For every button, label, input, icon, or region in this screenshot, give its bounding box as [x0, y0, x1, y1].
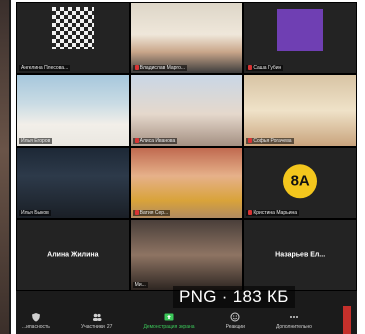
toolbar-label-row: Демонстрация экрана — [143, 324, 194, 330]
participant-tile[interactable]: Алиса Иванова — [130, 75, 243, 146]
participant-name: Владислав Марго... — [132, 65, 188, 72]
toolbar-button-share-screen[interactable]: Демонстрация экрана — [143, 312, 195, 330]
participant-tile[interactable]: Алина Жилина — [17, 219, 129, 290]
participant-name-large: Назарьев Ел... — [275, 251, 326, 259]
participant-name-text: Софья Рогачева — [253, 137, 292, 144]
toolbar-label: Демонстрация экрана — [143, 324, 195, 330]
participant-name-text: Ми... — [134, 282, 146, 288]
participant-name: Ангелина Плесова... — [19, 65, 71, 72]
participant-name: Ми... — [132, 282, 148, 288]
shield-icon — [31, 312, 41, 322]
toolbar-label-row: Реакции — [226, 324, 245, 330]
share-screen-icon — [164, 312, 174, 322]
participant-name-text: Алиса Иванова — [139, 137, 176, 144]
participant-tile[interactable]: Владислав Марго... — [130, 3, 243, 74]
mic-muted-icon — [248, 209, 253, 215]
mic-muted-icon — [248, 65, 253, 71]
video-feed — [130, 3, 243, 74]
toolbar-button-more[interactable]: Дополнительно — [276, 312, 312, 330]
end-meeting-button[interactable] — [343, 306, 351, 334]
toolbar-label: Дополнительно — [275, 324, 312, 330]
participant-name-text: Владислав Марго... — [139, 65, 186, 72]
file-size-label: PNG · 183 КБ — [173, 286, 295, 308]
participant-tile[interactable]: Саша Губин — [244, 3, 356, 74]
mic-muted-icon — [134, 65, 139, 71]
participant-name-text: Саша Губин — [253, 65, 282, 72]
participant-tile[interactable]: Назарьев Ел... — [244, 219, 356, 290]
participant-name-large: Алина Жилина — [47, 251, 99, 259]
toolbar-label: Реакции — [225, 324, 245, 330]
participant-name-text: Кристина Марьина — [253, 209, 298, 216]
participant-name: Илья Егоров — [19, 137, 53, 144]
mic-muted-icon — [134, 209, 139, 215]
participant-name: Саша Губин — [246, 65, 284, 72]
left-photo-edge — [0, 0, 11, 334]
toolbar-button-reactions[interactable]: Реакции — [226, 312, 245, 330]
toolbar-button-participants[interactable]: Участники 27 — [81, 312, 112, 330]
more-icon — [289, 312, 299, 322]
toolbar-label: Участники — [80, 324, 105, 330]
participant-tile[interactable]: 8А Кристина Марьина — [244, 147, 356, 218]
participant-tile[interactable]: Ангелина Плесова... — [17, 3, 129, 74]
participant-name: Илья Быков — [19, 209, 51, 216]
mic-muted-icon — [134, 137, 139, 143]
participant-name-text: Ватия Сер... — [139, 209, 169, 216]
class-badge: 8А — [283, 163, 318, 198]
participant-name: Кристина Марьина — [246, 209, 300, 216]
toolbar-button-shield[interactable]: ...ипасность — [22, 312, 50, 330]
participant-name-text: Ангелина Плесова... — [21, 65, 69, 72]
meeting-window: Ангелина Плесова... Владислав Марго... Саш… — [16, 2, 357, 334]
participant-name-text: Илья Быков — [21, 209, 49, 216]
participant-count: 27 — [106, 324, 113, 330]
participant-tile[interactable]: Илья Быков — [17, 147, 129, 218]
participant-tile[interactable]: Ми... — [130, 219, 243, 290]
toolbar-label: ...ипасность — [22, 324, 50, 330]
toolbar-label-row: Дополнительно — [276, 324, 312, 330]
toolbar-label-row: Участники 27 — [81, 324, 112, 330]
participant-name: Софья Рогачева — [246, 137, 294, 144]
checker-avatar — [51, 7, 94, 49]
participant-name: Алиса Иванова — [132, 137, 178, 144]
participants-icon — [92, 312, 102, 322]
color-avatar — [277, 9, 324, 51]
reactions-icon — [230, 312, 240, 322]
toolbar-label-row: ...ипасность — [22, 324, 50, 330]
video-feed — [130, 219, 243, 290]
participant-tile[interactable]: Илья Егоров — [17, 75, 129, 146]
participant-tile[interactable]: Софья Рогачева — [244, 75, 356, 146]
mic-muted-icon — [248, 137, 253, 143]
video-feed — [17, 75, 129, 146]
video-feed — [17, 147, 129, 218]
participant-gallery: Ангелина Плесова... Владислав Марго... Саш… — [16, 2, 357, 291]
video-feed — [244, 75, 356, 146]
participant-name-text: Илья Егоров — [21, 137, 51, 144]
video-feed — [130, 75, 243, 146]
participant-name: Ватия Сер... — [132, 209, 171, 216]
video-feed — [130, 147, 243, 218]
participant-tile[interactable]: Ватия Сер... — [130, 147, 243, 218]
